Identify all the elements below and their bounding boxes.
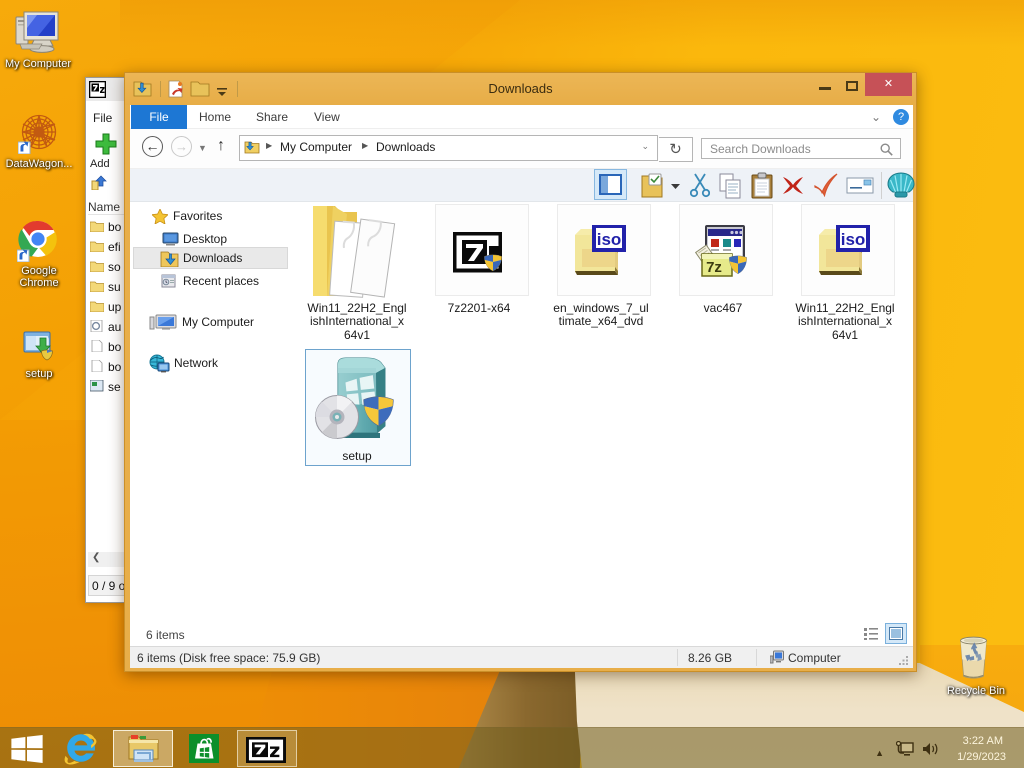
svg-text:7z: 7z (706, 259, 722, 276)
svg-text:iso: iso (597, 230, 622, 249)
svg-text:iso: iso (841, 230, 866, 249)
